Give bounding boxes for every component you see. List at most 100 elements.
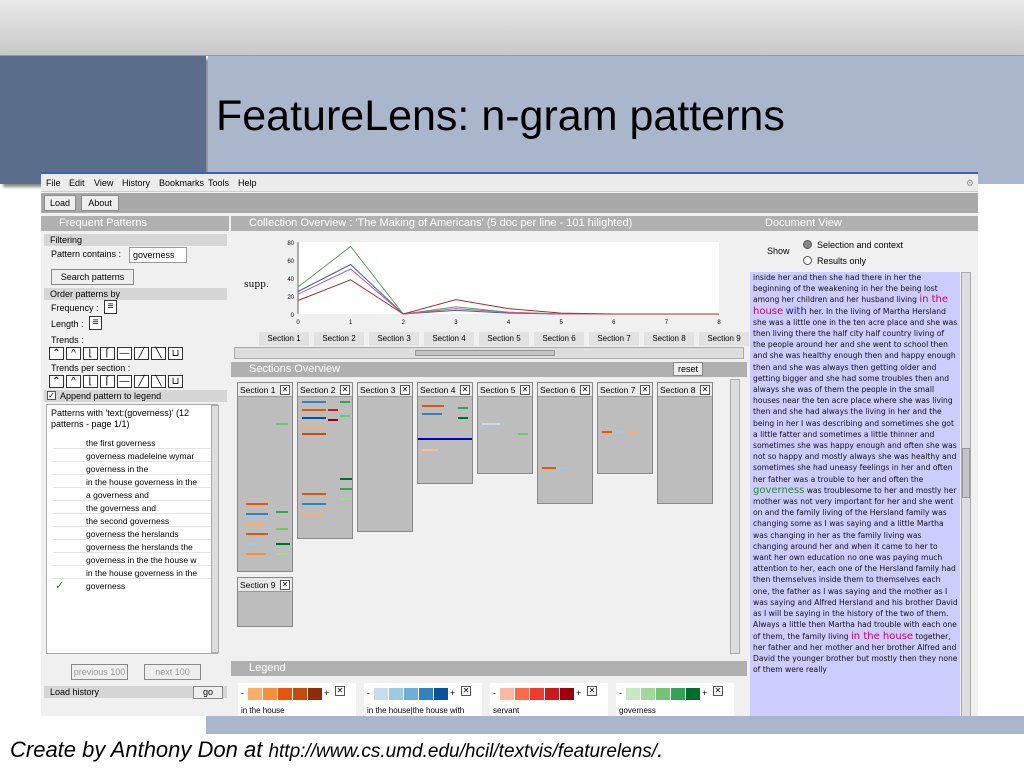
pattern-occurrence-mark[interactable] xyxy=(302,409,326,411)
legend-item[interactable]: - + ✕ servant xyxy=(490,683,608,716)
pattern-occurrence-mark[interactable] xyxy=(276,553,288,555)
pattern-occurrence-mark[interactable] xyxy=(302,401,326,403)
section-tab-6[interactable]: Section 6 xyxy=(534,332,584,346)
pattern-occurrence-mark[interactable] xyxy=(276,511,288,513)
pattern-occurrence-mark[interactable] xyxy=(482,423,500,425)
pattern-occurrence-mark[interactable] xyxy=(558,467,568,469)
highlighted-pattern[interactable]: governess xyxy=(753,485,804,496)
section-trend-flat-icon[interactable]: — xyxy=(117,375,132,388)
overview-horizontal-scrollbar[interactable] xyxy=(234,347,744,359)
section-box-9[interactable]: Section 9 ✕ xyxy=(237,577,293,627)
trend-step-down-icon[interactable]: ⌊ xyxy=(83,347,98,360)
selected-document-line[interactable] xyxy=(418,438,472,440)
frequency-sort-icon[interactable]: ≡ xyxy=(104,300,117,314)
load-button[interactable]: Load xyxy=(44,195,76,211)
list-item[interactable]: the second governess xyxy=(53,515,211,527)
section-box-6[interactable]: Section 6 ✕ xyxy=(537,382,593,504)
pattern-occurrence-mark[interactable] xyxy=(246,553,266,555)
search-patterns-button[interactable]: Search patterns xyxy=(51,269,134,285)
minus-icon[interactable]: - xyxy=(367,688,370,698)
section-box-3[interactable]: Section 3 ✕ xyxy=(357,382,413,532)
document-scrollbar[interactable] xyxy=(961,272,971,716)
pattern-occurrence-mark[interactable] xyxy=(302,425,324,427)
trend-step-up-icon[interactable]: ⌈ xyxy=(100,347,115,360)
list-item[interactable]: governess in the xyxy=(53,463,211,475)
pattern-occurrence-mark[interactable] xyxy=(246,523,264,525)
pattern-occurrence-mark[interactable] xyxy=(340,415,350,417)
close-icon[interactable]: ✕ xyxy=(700,385,710,395)
pattern-occurrence-mark[interactable] xyxy=(302,433,326,435)
selection-context-radio[interactable] xyxy=(803,240,812,249)
minus-icon[interactable]: - xyxy=(241,688,244,698)
plus-icon[interactable]: + xyxy=(324,688,329,698)
results-only-radio[interactable] xyxy=(803,256,812,265)
section-box-8[interactable]: Section 8 ✕ xyxy=(657,382,713,504)
section-box-7[interactable]: Section 7 ✕ xyxy=(597,382,653,474)
list-item[interactable]: the first governess xyxy=(53,437,211,449)
section-trend-step-up-icon[interactable]: ⌈ xyxy=(100,375,115,388)
close-icon[interactable]: ✕ xyxy=(580,385,590,395)
menu-edit[interactable]: Edit xyxy=(69,178,85,188)
section-trend-falling-icon[interactable]: ╲ xyxy=(151,375,166,388)
plus-icon[interactable]: + xyxy=(450,688,455,698)
close-icon[interactable]: ✕ xyxy=(460,385,470,395)
close-icon[interactable]: ✕ xyxy=(520,385,530,395)
section-trend-valley-icon[interactable]: ⊔ xyxy=(168,375,183,388)
menu-history[interactable]: History xyxy=(122,178,150,188)
pattern-occurrence-mark[interactable] xyxy=(328,409,338,411)
append-pattern-checkbox[interactable]: ✓ xyxy=(47,391,56,400)
section-tab-9[interactable]: Section 9 xyxy=(699,332,749,346)
trend-valley-icon[interactable]: ⊔ xyxy=(168,347,183,360)
pattern-occurrence-mark[interactable] xyxy=(422,405,444,407)
pattern-occurrence-mark[interactable] xyxy=(518,433,528,435)
length-sort-icon[interactable]: ≡ xyxy=(89,316,102,330)
pattern-occurrence-mark[interactable] xyxy=(422,449,438,451)
list-item[interactable]: governess the herslands the xyxy=(53,541,211,553)
list-item[interactable]: governess in the the house w xyxy=(53,554,211,566)
legend-item[interactable]: - + ✕ in the house|the house with xyxy=(364,683,482,716)
pattern-occurrence-mark[interactable] xyxy=(458,417,468,419)
minus-icon[interactable]: - xyxy=(619,688,622,698)
legend-item[interactable]: - + ✕ governess xyxy=(616,683,734,716)
section-tab-2[interactable]: Section 2 xyxy=(314,332,364,346)
previous-100-button[interactable]: previous 100 xyxy=(71,664,128,680)
pattern-occurrence-mark[interactable] xyxy=(340,488,352,490)
trend-flat-icon[interactable]: — xyxy=(117,347,132,360)
scrollbar-thumb[interactable] xyxy=(415,350,555,356)
document-scrollbar-thumb[interactable] xyxy=(962,448,970,498)
trend-peak-icon[interactable]: ^ xyxy=(66,347,81,360)
pattern-occurrence-mark[interactable] xyxy=(628,431,638,433)
legend-item[interactable]: - + ✕ in the house xyxy=(238,683,356,716)
section-tab-8[interactable]: Section 8 xyxy=(644,332,694,346)
plus-icon[interactable]: + xyxy=(576,688,581,698)
section-tab-4[interactable]: Section 4 xyxy=(424,332,474,346)
highlighted-pattern[interactable]: with xyxy=(786,306,807,317)
section-box-1[interactable]: Section 1 ✕ xyxy=(237,382,293,572)
section-tab-5[interactable]: Section 5 xyxy=(479,332,529,346)
reset-button[interactable]: reset xyxy=(673,362,703,376)
list-item-selected[interactable]: ✓ governess xyxy=(53,580,211,592)
section-trend-step-down-icon[interactable]: ⌊ xyxy=(83,375,98,388)
trend-up-down-icon[interactable]: ⌃ xyxy=(49,347,64,360)
pattern-occurrence-mark[interactable] xyxy=(328,419,338,421)
close-icon[interactable]: ✕ xyxy=(335,686,345,696)
list-item[interactable]: a governess and xyxy=(53,489,211,501)
section-tab-1[interactable]: Section 1 xyxy=(259,332,309,346)
about-button[interactable]: About xyxy=(81,195,119,211)
pattern-occurrence-mark[interactable] xyxy=(276,543,290,545)
close-icon[interactable]: ✕ xyxy=(400,385,410,395)
pattern-occurrence-mark[interactable] xyxy=(458,407,468,409)
minus-icon[interactable]: - xyxy=(493,688,496,698)
menu-tools[interactable]: Tools xyxy=(208,178,229,188)
list-item[interactable]: governess the herslands xyxy=(53,528,211,540)
pattern-occurrence-mark[interactable] xyxy=(616,431,626,433)
pattern-occurrence-mark[interactable] xyxy=(246,533,268,535)
pattern-occurrence-mark[interactable] xyxy=(276,423,288,425)
list-item[interactable]: in the house governess in the xyxy=(53,476,211,488)
close-icon[interactable]: ✕ xyxy=(340,385,350,395)
pattern-occurrence-mark[interactable] xyxy=(340,478,352,480)
menu-file[interactable]: File xyxy=(46,178,61,188)
close-icon[interactable]: ✕ xyxy=(587,686,597,696)
pattern-occurrence-mark[interactable] xyxy=(302,503,326,505)
pattern-occurrence-mark[interactable] xyxy=(422,413,442,415)
